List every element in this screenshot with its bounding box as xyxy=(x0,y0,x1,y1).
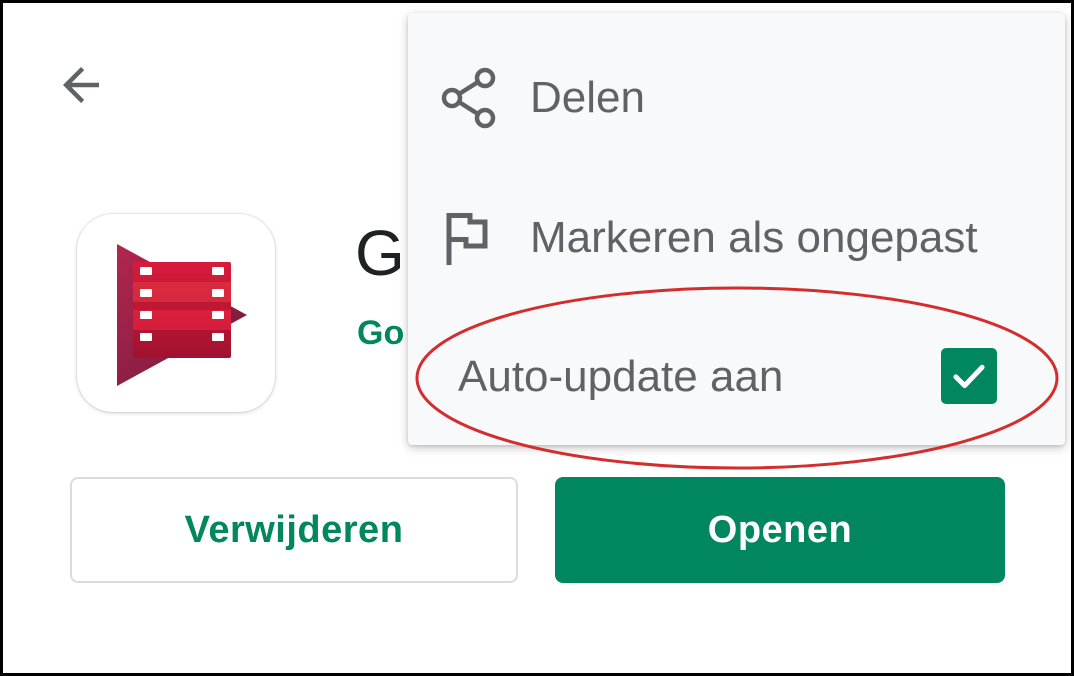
screen: G Go Verwijderen Openen Delen Markeren a… xyxy=(0,0,1074,676)
arrow-back-icon xyxy=(63,67,99,103)
open-button[interactable]: Openen xyxy=(555,477,1005,583)
menu-item-auto-update-label: Auto-update aan xyxy=(458,352,784,401)
share-icon xyxy=(440,67,498,129)
uninstall-button[interactable]: Verwijderen xyxy=(70,477,518,583)
app-title: G xyxy=(355,217,405,289)
app-developer-link[interactable]: Go xyxy=(357,311,404,355)
back-button[interactable] xyxy=(49,53,113,117)
check-icon xyxy=(953,364,985,389)
menu-item-share[interactable]: Delen xyxy=(408,33,1065,163)
google-play-movies-icon xyxy=(117,244,247,386)
auto-update-checkbox[interactable] xyxy=(941,348,997,404)
menu-item-auto-update[interactable]: Auto-update aan xyxy=(408,313,1065,441)
app-icon xyxy=(77,214,275,412)
flag-icon xyxy=(440,209,494,267)
menu-item-flag-label: Markeren als ongepast xyxy=(530,213,978,262)
overflow-menu: Delen Markeren als ongepast Auto-update … xyxy=(408,13,1065,445)
menu-item-flag[interactable]: Markeren als ongepast xyxy=(408,163,1065,313)
menu-item-share-label: Delen xyxy=(530,73,645,122)
